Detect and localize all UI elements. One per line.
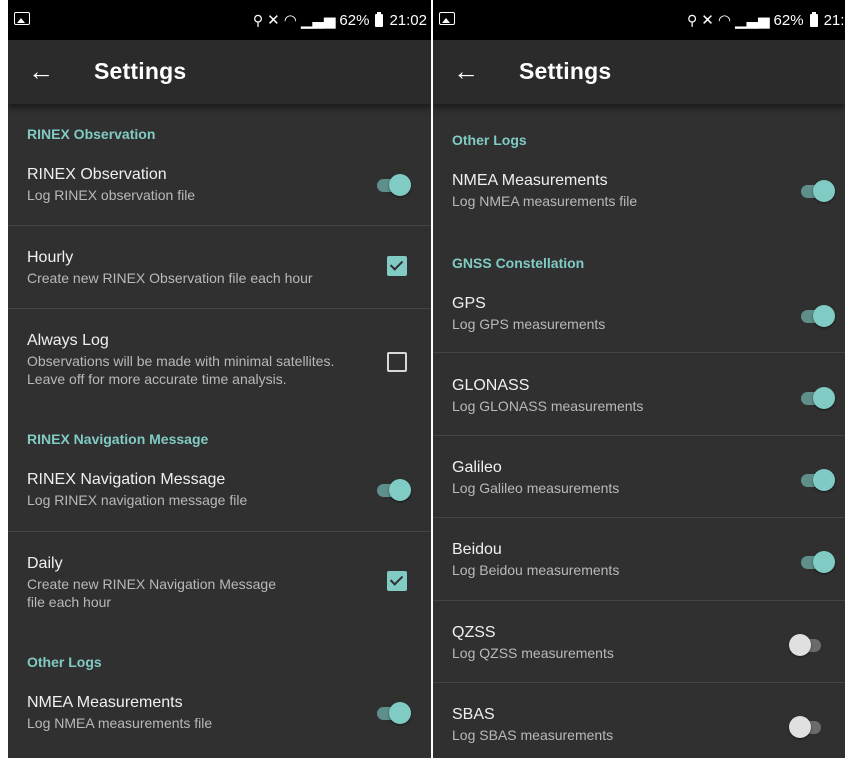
pref-qzss[interactable]: QZSS Log QZSS measurements: [433, 624, 845, 682]
settings-screen-right: ⚲ ✕ ◠ ▁▃▅ 62% 21:0 ← Settings Other Logs…: [433, 0, 845, 758]
pref-summary: Log NMEA measurements file: [452, 193, 638, 209]
divider: [433, 600, 845, 601]
hourly-checkbox[interactable]: [387, 256, 407, 276]
pref-summary: Log QZSS measurements: [452, 645, 614, 661]
pref-summary-line2: Leave off for more accurate time analysi…: [27, 371, 287, 387]
battery-icon: [809, 11, 818, 27]
pref-rinex-navigation[interactable]: RINEX Navigation Message Log RINEX navig…: [8, 471, 431, 531]
divider: [433, 435, 845, 436]
section-header-gnss-constellation: GNSS Constellation: [452, 255, 585, 271]
pref-summary: Create new RINEX Observation file each h…: [27, 270, 313, 286]
pref-title: NMEA Measurements: [452, 172, 608, 189]
back-arrow-icon[interactable]: ←: [451, 56, 481, 86]
pref-title: GLONASS: [452, 377, 530, 394]
section-header-other-logs: Other Logs: [452, 132, 527, 148]
section-header-other-logs: Other Logs: [27, 654, 102, 670]
page-title: Settings: [519, 58, 612, 84]
wifi-icon: ◠: [283, 12, 297, 29]
pref-title: Always Log: [27, 332, 109, 349]
pref-glonass[interactable]: GLONASS Log GLONASS measurements: [433, 377, 845, 435]
pref-summary: Log NMEA measurements file: [27, 715, 213, 731]
rinex-navigation-switch[interactable]: [375, 479, 411, 501]
galileo-switch[interactable]: [799, 469, 835, 491]
pref-title: QZSS: [452, 624, 496, 641]
nmea-measurements-switch[interactable]: [799, 180, 835, 202]
sbas-switch[interactable]: [789, 716, 825, 738]
pref-sbas[interactable]: SBAS Log SBAS measurements: [433, 706, 845, 758]
gallery-icon: [14, 12, 30, 25]
app-bar: ← Settings: [8, 40, 431, 104]
settings-screen-left: ⚲ ✕ ◠ ▁▃▅ 62% 21:02 ← Settings RINEX Obs…: [8, 0, 431, 758]
gallery-icon: [439, 12, 455, 25]
pref-rinex-observation[interactable]: RINEX Observation Log RINEX observation …: [8, 166, 431, 226]
pref-hourly[interactable]: Hourly Create new RINEX Observation file…: [8, 249, 431, 309]
pref-beidou[interactable]: Beidou Log Beidou measurements: [433, 541, 845, 599]
pref-summary: Log GLONASS measurements: [452, 398, 644, 414]
divider: [433, 682, 845, 683]
divider: [8, 308, 431, 309]
mute-icon: ✕: [701, 12, 714, 29]
nmea-measurements-switch[interactable]: [375, 702, 411, 724]
pref-title: NMEA Measurements: [27, 694, 183, 711]
divider: [433, 352, 845, 353]
battery-percent: 62%: [773, 11, 804, 29]
daily-checkbox[interactable]: [387, 571, 407, 591]
qzss-switch[interactable]: [789, 634, 825, 656]
pref-always-log[interactable]: Always Log Observations will be made wit…: [8, 332, 431, 396]
divider: [8, 531, 431, 532]
status-icons: ⚲ ✕ ◠ ▁▃▅ 62% 21:0: [687, 11, 845, 29]
pref-title: RINEX Observation: [27, 166, 167, 183]
pref-title: GPS: [452, 295, 486, 312]
pref-summary: Log RINEX observation file: [27, 187, 196, 203]
pref-nmea-measurements[interactable]: NMEA Measurements Log NMEA measurements …: [8, 694, 431, 754]
location-icon: ⚲: [687, 11, 698, 28]
pref-title: Daily: [27, 555, 63, 572]
mute-icon: ✕: [267, 12, 280, 29]
pref-daily[interactable]: Daily Create new RINEX Navigation Messag…: [8, 555, 431, 619]
app-bar: ← Settings: [433, 40, 845, 104]
clock: 21:0: [823, 11, 845, 29]
back-arrow-icon[interactable]: ←: [26, 56, 56, 86]
rinex-observation-switch[interactable]: [375, 174, 411, 196]
signal-icon: ▁▃▅: [300, 12, 336, 29]
pref-galileo[interactable]: Galileo Log Galileo measurements: [433, 459, 845, 517]
wifi-icon: ◠: [717, 12, 731, 29]
pref-title: Hourly: [27, 249, 74, 266]
pref-summary: Log GPS measurements: [452, 316, 606, 332]
divider: [433, 517, 845, 518]
location-icon: ⚲: [252, 11, 264, 28]
status-bar: ⚲ ✕ ◠ ▁▃▅ 62% 21:02: [8, 0, 431, 40]
pref-title: Beidou: [452, 541, 502, 558]
always-log-checkbox[interactable]: [387, 352, 407, 372]
battery-percent: 62%: [339, 11, 370, 29]
pref-title: SBAS: [452, 706, 495, 723]
status-bar: ⚲ ✕ ◠ ▁▃▅ 62% 21:0: [433, 0, 845, 40]
page-title: Settings: [94, 58, 187, 84]
pref-gps[interactable]: GPS Log GPS measurements: [433, 295, 845, 353]
gps-switch[interactable]: [799, 305, 835, 327]
pref-summary: Log Galileo measurements: [452, 480, 620, 496]
pref-summary: Log SBAS measurements: [452, 727, 614, 743]
section-header-rinex-navigation: RINEX Navigation Message: [27, 431, 209, 447]
clock: 21:02: [389, 11, 427, 29]
battery-icon: [375, 11, 384, 27]
pref-summary-line2: file each hour: [27, 594, 112, 610]
pref-summary-line1: Create new RINEX Navigation Message: [27, 576, 277, 592]
status-icons: ⚲ ✕ ◠ ▁▃▅ 62% 21:02: [253, 11, 427, 29]
pref-summary-line1: Observations will be made with minimal s…: [27, 353, 335, 369]
beidou-switch[interactable]: [799, 551, 835, 573]
pref-nmea-measurements[interactable]: NMEA Measurements Log NMEA measurements …: [433, 172, 845, 232]
section-header-rinex-observation: RINEX Observation: [27, 126, 156, 142]
pref-summary: Log RINEX navigation message file: [27, 492, 248, 508]
divider: [8, 225, 431, 226]
glonass-switch[interactable]: [799, 387, 835, 409]
pref-title: Galileo: [452, 459, 502, 476]
pref-title: RINEX Navigation Message: [27, 471, 226, 488]
signal-icon: ▁▃▅: [734, 12, 770, 29]
pref-summary: Log Beidou measurements: [452, 562, 620, 578]
screenshot-pair: ⚲ ✕ ◠ ▁▃▅ 62% 21:02 ← Settings RINEX Obs…: [0, 0, 845, 758]
